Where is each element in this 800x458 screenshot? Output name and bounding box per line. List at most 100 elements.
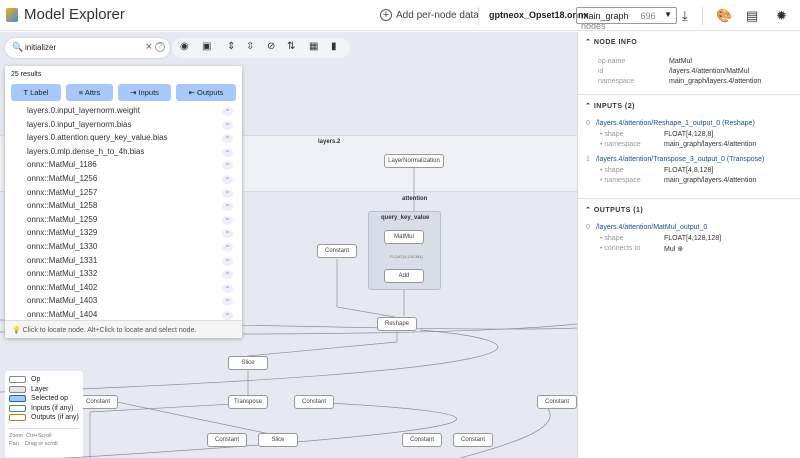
namespace-value: main_graph/layers.4/attention [669,78,762,85]
dropdown-arrow-icon: ▼ [664,10,672,19]
result-type-icon: = [222,120,233,130]
search-input[interactable]: 🔍 initializer × ? [5,38,170,58]
search-result-item[interactable]: layers.0.input_layernorm.bias [27,120,132,129]
edge [247,331,398,357]
result-type-icon: = [222,243,233,252]
node-info-header[interactable]: ⌃ NODE INFO [585,38,637,46]
id-key: id [598,68,604,75]
node-layernormalization[interactable]: LayerNormalization [384,154,444,168]
result-type-icon: = [222,188,233,198]
fit-screen-icon[interactable]: ▣ [202,41,211,52]
divider [578,198,800,199]
app-title: Model Explorer [24,6,125,23]
edge [89,401,269,458]
node-add[interactable]: Add [384,269,424,283]
notes-icon[interactable]: ▤ [746,8,758,24]
outputs-header[interactable]: ⌃ OUTPUTS (1) [585,206,643,214]
node-transpose[interactable]: Transpose [228,395,268,409]
op-name-key: op name [598,58,626,65]
namespace-key: • namespace [600,177,641,184]
input-link[interactable]: /layers.4/attention/Transpose_3_output_0… [596,156,764,163]
clear-icon[interactable]: × [146,41,152,53]
search-result-item[interactable]: onnx::MatMul_1404 [27,310,97,319]
search-result-item[interactable]: layers.0.mlp.dense_h_to_4h.bias [27,147,144,156]
app-header: Model Explorer + Add per-node data gptneo… [0,0,800,31]
namespace-value: main_graph/layers.4/attention [664,177,757,184]
filter-outputs-button[interactable]: ⇤ Outputs [176,84,236,101]
bookmark-icon[interactable]: ▮ [331,41,337,52]
result-type-icon: = [222,134,233,144]
result-type-icon: = [222,147,233,157]
node-constant[interactable]: Constant [294,395,334,409]
connects-to-value[interactable]: Mul ⊕ [664,245,683,253]
layer-label[interactable]: attention [402,196,427,202]
filter-label-button[interactable]: T Label [11,84,61,101]
download-icon[interactable]: ⤓ [682,8,688,24]
outputs-swatch [9,414,26,422]
input-link[interactable]: /layers.4/attention/Reshape_1_output_0 (… [596,120,755,127]
node-constant[interactable]: Constant [537,395,577,409]
search-result-item[interactable]: onnx::MatMul_1329 [27,228,97,237]
output-icon: ⇤ [188,88,198,97]
inputs-header[interactable]: ⌃ INPUTS (2) [585,102,635,110]
node-slice[interactable]: Slice [228,356,268,370]
image-icon[interactable]: ▦ [309,41,318,52]
bug-icon[interactable]: ✹ [776,8,787,24]
node-slice[interactable]: Slice [258,433,298,447]
output-link[interactable]: /layers.4/attention/MatMul_output_0 [596,224,707,231]
search-result-item[interactable]: onnx::MatMul_1402 [27,283,97,292]
namespace-value: main_graph/layers.4/attention [664,141,757,148]
search-result-item[interactable]: onnx::MatMul_1258 [27,201,97,210]
node-constant[interactable]: Constant [453,433,493,447]
graph-canvas[interactable]: layers.2 attention query_key_value Layer… [0,32,577,458]
node-constant[interactable]: Constant [402,433,442,447]
collapse-all-icon[interactable]: ⇳ [246,41,254,52]
result-type-icon: = [222,202,233,212]
node-constant[interactable]: Constant [317,244,357,258]
search-result-item[interactable]: onnx::MatMul_1256 [27,174,97,183]
shape-key: • shape [600,235,624,242]
node-matmul[interactable]: MatMul [384,230,424,244]
search-hint: 💡 Click to locate node. Alt+Click to loc… [5,320,242,338]
layer-label[interactable]: layers.2 [318,139,340,145]
legend: Op Layer Selected op Inputs (if any) Out… [5,371,83,457]
hide-edges-icon[interactable]: ⊘ [267,41,275,52]
node-reshape[interactable]: Reshape [377,317,417,331]
search-result-item[interactable]: onnx::MatMul_1186 [27,160,97,169]
search-result-item[interactable]: onnx::MatMul_1259 [27,215,97,224]
shape-value: FLOAT[4,128,128] [664,235,722,242]
result-type-icon: = [222,311,233,320]
search-result-item[interactable]: layers.0.attention.query_key_value.bias [27,133,168,142]
palette-icon[interactable]: 🎨 [716,8,732,24]
flip-icon[interactable]: ⇅ [287,41,295,52]
node-info-panel: ⌃ NODE INFO op name MatMul id /layers.4/… [577,32,800,458]
help-icon[interactable]: ? [155,42,165,52]
model-file-name: gptneox_Opset18.onnx [489,10,589,20]
search-result-item[interactable]: onnx::MatMul_1332 [27,269,97,278]
graph-select[interactable]: main_graph 696 nodes ▼ [576,7,677,31]
add-per-node-data-button[interactable]: + Add per-node data [380,9,479,21]
edge-label: FLOAT[4,128,384] [390,254,423,259]
filter-attrs-button[interactable]: ≡ Attrs [66,84,113,101]
output-index: 0 [586,224,590,231]
eye-icon[interactable]: ◉ [180,41,189,52]
result-type-icon: = [222,161,233,171]
search-result-item[interactable]: onnx::MatMul_1331 [27,256,97,265]
node-constant[interactable]: Constant [207,433,247,447]
search-result-item[interactable]: onnx::MatMul_1257 [27,188,97,197]
layer-label[interactable]: query_key_value [381,215,429,221]
app-logo-icon [6,8,18,22]
expand-all-icon[interactable]: ⇕ [227,41,235,52]
search-result-item[interactable]: onnx::MatMul_1330 [27,242,97,251]
graph-toolbar: ◉ ▣ ⇕ ⇳ ⊘ ⇅ ▦ ▮ [172,38,350,58]
shape-value: FLOAT[4,128,8] [664,131,714,138]
search-result-item[interactable]: layers.0.input_layernorm.weight [27,106,140,115]
node-constant[interactable]: Constant [78,395,118,409]
shape-value: FLOAT[4,8,128] [664,167,714,174]
result-type-icon: = [222,270,233,280]
namespace-key: • namespace [600,141,641,148]
filter-inputs-button[interactable]: ⇥ Inputs [118,84,171,101]
search-result-item[interactable]: onnx::MatMul_1403 [27,296,97,305]
result-type-icon: = [222,175,233,184]
search-icon: 🔍 [12,42,24,52]
